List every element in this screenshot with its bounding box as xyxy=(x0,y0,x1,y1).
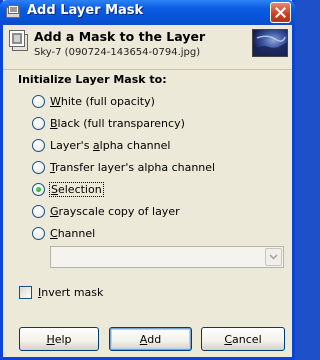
add-button[interactable]: Add xyxy=(109,327,192,351)
channel-select[interactable] xyxy=(50,246,284,268)
dialog-header: Add a Mask to the Layer Sky-7 (090724-14… xyxy=(3,25,292,70)
close-icon xyxy=(275,7,286,18)
layer-mask-icon xyxy=(9,30,28,51)
radio-label: Channel xyxy=(50,226,96,240)
radio-label: White (full opacity) xyxy=(50,94,155,108)
radio-button-checked[interactable] xyxy=(32,182,45,196)
layer-name: Sky-7 (090724-143654-0794.jpg) xyxy=(34,47,201,58)
title-bar[interactable]: Add Layer Mask xyxy=(0,0,295,25)
invert-mask-option[interactable]: Invert mask xyxy=(19,283,103,301)
close-button[interactable] xyxy=(270,2,291,23)
radio-label: Selection xyxy=(49,181,104,197)
cancel-button-mnemonic: C xyxy=(224,332,233,346)
radio-black[interactable]: Black (full transparency) xyxy=(32,114,185,132)
window-title: Add Layer Mask xyxy=(27,3,144,18)
radio-label: Layer's alpha channel xyxy=(50,138,171,152)
help-button-label: elp xyxy=(54,332,72,346)
radio-white[interactable]: White (full opacity) xyxy=(32,92,155,110)
header-title: Add a Mask to the Layer xyxy=(34,29,206,44)
channel-select-dropdown-button[interactable] xyxy=(265,248,282,266)
cancel-button[interactable]: Cancel xyxy=(201,327,285,351)
radio-button[interactable] xyxy=(32,94,45,108)
radio-button[interactable] xyxy=(32,138,45,152)
radio-grayscale-copy[interactable]: Grayscale copy of layer xyxy=(32,202,180,220)
radio-selection[interactable]: Selection xyxy=(32,180,104,198)
radio-label: Grayscale copy of layer xyxy=(50,204,180,218)
add-button-mnemonic: A xyxy=(139,332,148,346)
invert-mask-label: Invert mask xyxy=(38,285,104,299)
add-layer-mask-dialog: Add Layer Mask Add a Mask to the Layer S… xyxy=(0,0,295,360)
radio-label: Transfer layer's alpha channel xyxy=(50,160,216,174)
dialog-body: Add a Mask to the Layer Sky-7 (090724-14… xyxy=(3,25,292,357)
cancel-button-label: ancel xyxy=(232,332,262,346)
help-button[interactable]: Help xyxy=(19,327,99,351)
radio-channel[interactable]: Channel xyxy=(32,224,95,242)
radio-button[interactable] xyxy=(32,204,45,218)
mask-app-icon xyxy=(6,5,20,18)
radio-button[interactable] xyxy=(32,160,45,174)
radio-button[interactable] xyxy=(32,116,45,130)
chevron-down-icon xyxy=(269,254,278,260)
add-button-label: dd xyxy=(147,332,162,346)
layer-thumbnail xyxy=(252,29,288,57)
init-section-label: Initialize Layer Mask to: xyxy=(18,73,167,86)
radio-label: Black (full transparency) xyxy=(50,116,185,130)
radio-layer-alpha[interactable]: Layer's alpha channel xyxy=(32,136,170,154)
radio-button[interactable] xyxy=(32,226,45,240)
invert-mask-checkbox[interactable] xyxy=(19,285,32,299)
radio-transfer-alpha[interactable]: Transfer layer's alpha channel xyxy=(32,158,215,176)
help-button-mnemonic: H xyxy=(46,332,55,346)
